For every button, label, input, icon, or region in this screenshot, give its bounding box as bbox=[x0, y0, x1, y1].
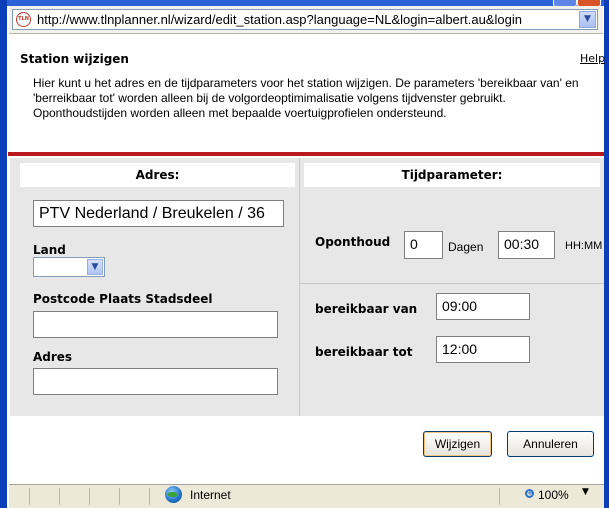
help-link[interactable]: Help bbox=[580, 52, 605, 65]
oponthoud-tijd-input[interactable]: 00:30 bbox=[498, 231, 555, 259]
bereikbaar-tot-input[interactable]: 12:00 bbox=[436, 336, 530, 363]
bereikbaar-van-input[interactable]: 09:00 bbox=[436, 293, 530, 320]
url-text[interactable]: http://www.tlnplanner.nl/wizard/edit_sta… bbox=[37, 12, 575, 27]
station-name-input[interactable]: PTV Nederland / Breukelen / 36 bbox=[33, 200, 284, 227]
postcode-input[interactable] bbox=[33, 311, 278, 338]
page-title: Station wijzigen bbox=[20, 52, 129, 66]
hhmm-unit-label: HH:MM bbox=[565, 240, 603, 252]
status-separator bbox=[499, 488, 500, 505]
status-separator bbox=[59, 488, 60, 505]
status-separator bbox=[119, 488, 120, 505]
intro-text: Hier kunt u het adres en de tijdparamete… bbox=[33, 76, 579, 120]
internet-zone-icon bbox=[165, 486, 182, 503]
land-select[interactable]: ▼ bbox=[33, 257, 105, 277]
oponthoud-label: Oponthoud bbox=[315, 235, 391, 249]
adres-header: Adres: bbox=[20, 163, 295, 187]
annuleren-button[interactable]: Annuleren bbox=[507, 431, 594, 457]
column-divider bbox=[299, 158, 300, 416]
url-dropdown-icon[interactable]: ▼ bbox=[579, 11, 596, 28]
land-label: Land bbox=[33, 243, 66, 257]
tijd-section-divider bbox=[300, 283, 604, 284]
chevron-down-icon[interactable]: ▼ bbox=[87, 259, 103, 275]
security-zone-text: Internet bbox=[190, 488, 231, 502]
status-separator bbox=[149, 488, 150, 505]
oponthoud-dagen-input[interactable]: 0 bbox=[404, 231, 443, 259]
url-field[interactable]: TLN http://www.tlnplanner.nl/wizard/edit… bbox=[12, 9, 598, 30]
postcode-label: Postcode Plaats Stadsdeel bbox=[33, 292, 213, 306]
zoom-dropdown-icon[interactable]: ▼ bbox=[582, 487, 589, 497]
bereikbaar-tot-label: bereikbaar tot bbox=[315, 345, 413, 359]
status-separator bbox=[29, 488, 30, 505]
dagen-unit-label: Dagen bbox=[448, 240, 484, 254]
tijdparameter-header: Tijdparameter: bbox=[304, 163, 600, 187]
status-separator bbox=[89, 488, 90, 505]
wijzigen-button[interactable]: Wijzigen bbox=[423, 431, 492, 457]
adres-input[interactable] bbox=[33, 368, 278, 395]
zoom-icon[interactable]: + bbox=[525, 489, 534, 498]
adres-label: Adres bbox=[33, 350, 73, 364]
window-frame-left bbox=[0, 0, 7, 508]
status-bar bbox=[9, 484, 604, 508]
site-favicon-icon: TLN bbox=[16, 12, 31, 27]
address-bar: TLN http://www.tlnplanner.nl/wizard/edit… bbox=[9, 6, 603, 34]
window-frame-right bbox=[604, 0, 609, 508]
header-divider bbox=[8, 152, 604, 156]
zoom-level[interactable]: 100% bbox=[538, 488, 569, 502]
bereikbaar-van-label: bereikbaar van bbox=[315, 302, 418, 316]
